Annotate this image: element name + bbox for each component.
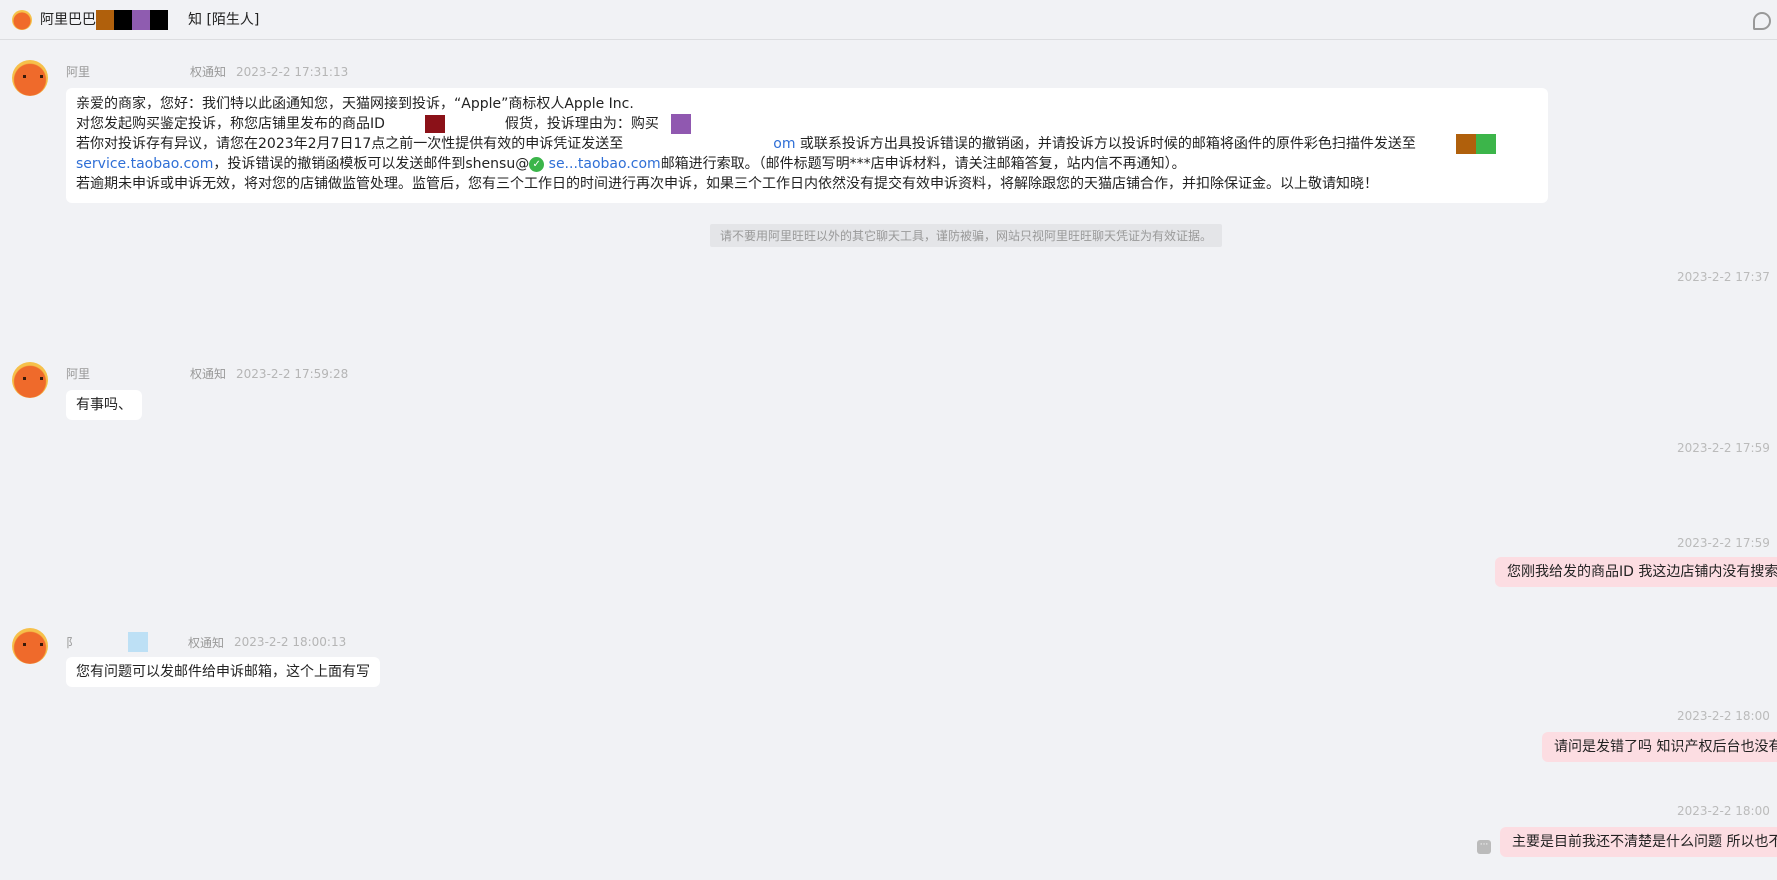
outgoing-message: 请问是发错了吗 知识产权后台也没有查: [1542, 732, 1777, 762]
message-time: 2023-2-2 17:59: [1677, 441, 1770, 455]
redaction: [96, 10, 114, 30]
email-link[interactable]: om: [773, 136, 795, 152]
message-time: 2023-2-2 17:59:28: [236, 366, 349, 381]
outgoing-message: 您刚我给发的商品ID 我这边店铺内没有搜索到: [1495, 557, 1777, 587]
email-link[interactable]: se...taobao.com: [544, 156, 661, 172]
message-time: 2023-2-2 17:59: [1677, 536, 1770, 550]
message-line: 对您发起购买鉴定投诉，称您店铺里发布的商品ID 假货，投诉理由为：购买: [76, 114, 1538, 134]
incoming-message: 您有问题可以发邮件给申诉邮箱，这个上面有写: [66, 657, 380, 687]
message-time: 2023-2-2 18:00:13: [234, 635, 347, 649]
message-meta: 阿里 权通知 2023-2-2 17:31:13: [66, 63, 348, 80]
redaction: [132, 10, 150, 30]
avatar: [12, 628, 48, 664]
sender-role: 权通知: [188, 635, 225, 650]
message-meta: 阿里 权通知 2023-2-2 17:59:28: [66, 365, 348, 382]
stranger-tag: [陌生人]: [206, 12, 260, 28]
avatar: [12, 362, 48, 398]
contact-avatar: [12, 9, 32, 30]
sender-role: 权通知: [190, 65, 227, 79]
system-notice: 请不要用阿里旺旺以外的其它聊天工具，谨防被骗，网站只视阿里旺旺聊天凭证为有效证据…: [710, 224, 1222, 247]
message-line: 亲爱的商家，您好：我们特以此函通知您，天猫网接到投诉，“Apple”商标权人Ap…: [76, 96, 634, 112]
message-line: 若逾期未申诉或申诉无效，将对您的店铺做监管处理。监管后，您有三个工作日的时间进行…: [76, 176, 1378, 192]
sender-name: 阝: [66, 635, 79, 650]
chat-bubble-icon[interactable]: [1753, 12, 1771, 30]
outgoing-message: 主要是目前我还不清楚是什么问题 所以也不知: [1500, 827, 1777, 857]
chat-header: 阿里巴巴 知 [陌生人]: [0, 0, 1777, 40]
email-link[interactable]: service.taobao.com: [76, 156, 213, 172]
message-time: 2023-2-2 18:00: [1677, 804, 1770, 818]
contact-name[interactable]: 阿里巴巴 知 [陌生人]: [40, 9, 259, 30]
avatar: [12, 60, 48, 96]
sender-name: 阿里: [66, 367, 91, 381]
verified-icon: ✓: [529, 156, 545, 172]
contact-name-prefix: 阿里巴巴: [40, 12, 96, 28]
message-meta: 阝 权通知 2023-2-2 18:00:13: [66, 632, 346, 652]
more-options-icon[interactable]: ···: [1477, 840, 1491, 854]
incoming-message: 有事吗、: [66, 390, 142, 420]
complaint-message: 亲爱的商家，您好：我们特以此函通知您，天猫网接到投诉，“Apple”商标权人Ap…: [66, 88, 1548, 203]
message-time: 2023-2-2 17:31:13: [236, 64, 349, 79]
message-time: 2023-2-2 18:00: [1677, 709, 1770, 723]
sender-role: 权通知: [190, 367, 227, 381]
sender-name: 阿里: [66, 65, 91, 79]
redaction: [114, 10, 132, 30]
message-line: service.taobao.com，投诉错误的撤销函模板可以发送邮件到shen…: [76, 156, 1186, 172]
contact-name-suffix: 知: [188, 12, 202, 28]
message-time: 2023-2-2 17:37: [1677, 270, 1770, 284]
redaction: [150, 10, 168, 30]
message-line: 若你对投诉存有异议，请您在2023年2月7日17点之前一次性提供有效的申诉凭证发…: [76, 134, 1538, 154]
